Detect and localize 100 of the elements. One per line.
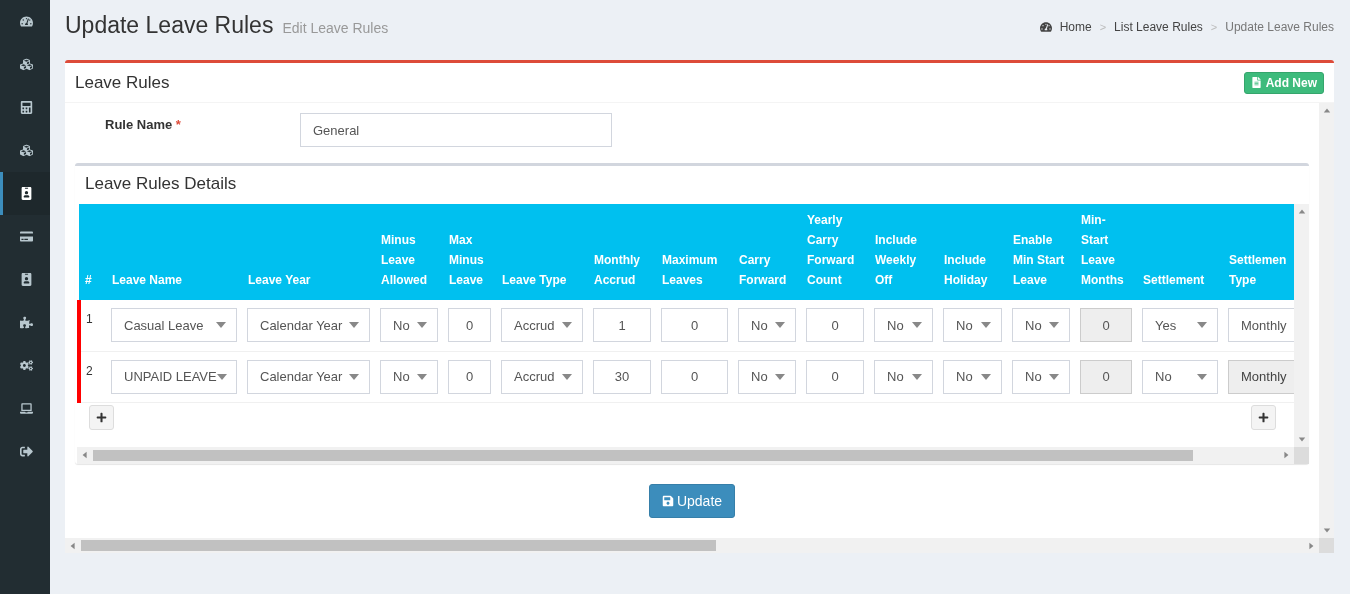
cubes-icon [20, 58, 33, 71]
select-field[interactable]: No [943, 359, 1002, 394]
column-header: Min-Start Leave Months [1075, 204, 1137, 300]
select-field[interactable]: No [1142, 359, 1218, 394]
column-header: Include Holiday [938, 204, 1007, 300]
vertical-scrollbar[interactable] [1319, 103, 1334, 538]
caret-icon [1049, 322, 1059, 329]
caret-icon [417, 373, 427, 380]
select-field[interactable]: Accrud [501, 308, 583, 343]
select-field[interactable]: Accrud [501, 359, 583, 394]
puzzle-icon [20, 316, 33, 329]
add-row-button[interactable] [1251, 404, 1276, 430]
scroll-down-arrow-icon[interactable] [1297, 434, 1306, 443]
caret-icon [981, 373, 991, 380]
select-field[interactable]: No [874, 308, 933, 343]
badge-icon [20, 187, 33, 200]
column-header: Settlemen Type [1223, 204, 1294, 300]
select-field[interactable]: Yes [1142, 308, 1218, 343]
row-number: 2 [86, 363, 93, 378]
page-subtitle: Edit Leave Rules [282, 20, 389, 36]
select-field[interactable]: No [1012, 359, 1070, 394]
select-field[interactable]: Calendar Year [247, 308, 370, 343]
column-header: Leave Name [106, 204, 242, 300]
save-icon [661, 494, 674, 507]
plus-icon [1258, 411, 1269, 423]
number-field[interactable]: 30 [593, 359, 651, 394]
select-field[interactable]: No [943, 308, 1002, 343]
sidebar-item[interactable] [0, 172, 50, 215]
gauge-icon [20, 15, 33, 28]
breadcrumb-link[interactable]: List Leave Rules [1114, 20, 1203, 34]
scroll-left-arrow-icon[interactable] [81, 451, 89, 459]
column-header: Leave Type [496, 204, 588, 300]
caret-icon [912, 373, 922, 380]
column-header: Minus Leave Allowed [375, 204, 443, 300]
column-header: Max Minus Leave [443, 204, 496, 300]
scroll-up-arrow-icon[interactable] [1297, 208, 1306, 216]
scroll-right-arrow-icon[interactable] [1307, 541, 1315, 550]
credit-card-icon [20, 230, 33, 243]
vertical-scrollbar[interactable] [1294, 204, 1309, 447]
number-field[interactable]: 0 [661, 308, 728, 343]
scroll-right-arrow-icon[interactable] [1282, 451, 1290, 459]
caret-icon [775, 373, 785, 380]
caret-icon [349, 322, 359, 329]
select-field[interactable]: Monthly [1228, 308, 1294, 343]
caret-icon [216, 322, 226, 329]
number-field[interactable]: 0 [806, 359, 864, 394]
scroll-down-arrow-icon[interactable] [1322, 526, 1331, 534]
horizontal-scrollbar[interactable] [77, 446, 1294, 464]
scroll-up-arrow-icon[interactable] [1322, 107, 1331, 115]
scroll-left-arrow-icon[interactable] [69, 541, 77, 550]
breadcrumb-separator: > [1210, 21, 1218, 33]
select-field[interactable]: UNPAID LEAVE [111, 359, 237, 394]
column-header: Monthly Accrud [588, 204, 656, 300]
column-header: Settlement [1137, 204, 1223, 300]
rule-name-label: Rule Name * [105, 116, 182, 134]
breadcrumb-link[interactable]: Update Leave Rules [1225, 20, 1334, 34]
column-header: Maximum Leaves [656, 204, 733, 300]
column-header: Leave Year [242, 204, 375, 300]
caret-icon [417, 322, 427, 329]
select-field[interactable]: No [738, 359, 796, 394]
select-field[interactable]: No [380, 308, 438, 343]
sign-out-icon [20, 445, 33, 458]
number-field[interactable]: 0 [661, 359, 728, 394]
scrollbar-corner [1319, 538, 1334, 553]
horizontal-scrollbar[interactable] [65, 538, 1319, 553]
number-field[interactable]: 1 [593, 308, 651, 343]
number-field[interactable]: 0 [448, 308, 491, 343]
select-field[interactable]: No [738, 308, 796, 343]
badge-icon [20, 273, 33, 286]
select-field[interactable]: No [874, 359, 933, 394]
details-title: Leave Rules Details [84, 173, 238, 195]
row-number: 1 [86, 312, 93, 326]
gauge-icon [1039, 21, 1052, 33]
cubes-icon [20, 144, 33, 157]
breadcrumb-separator: > [1099, 21, 1107, 33]
page-title: Update Leave Rules [65, 12, 274, 39]
column-header: Include Weekly Off [869, 204, 938, 300]
caret-icon [981, 322, 991, 329]
caret-icon [562, 373, 572, 380]
caret-icon [775, 322, 785, 329]
select-field[interactable]: Casual Leave [111, 308, 237, 343]
card-title: Leave Rules [75, 72, 170, 93]
number-field[interactable]: 0 [448, 359, 491, 394]
caret-icon [1049, 373, 1059, 380]
add-row-button[interactable] [89, 404, 114, 430]
caret-icon [562, 322, 572, 329]
caret-icon [912, 322, 922, 329]
caret-icon [349, 373, 359, 380]
document-icon [1250, 77, 1262, 88]
select-field[interactable]: Calendar Year [247, 359, 370, 394]
select-field[interactable]: No [1012, 308, 1070, 343]
number-field[interactable]: 0 [806, 308, 864, 343]
breadcrumb-link[interactable]: Home [1059, 20, 1092, 34]
select-field[interactable]: No [380, 359, 438, 394]
column-header: Yearly Carry Forward Count [801, 204, 869, 300]
gears-icon [20, 359, 33, 372]
calculator-icon [20, 101, 33, 114]
rule-name-field[interactable]: General [300, 113, 612, 147]
caret-icon [216, 373, 227, 380]
update-button[interactable]: Update [648, 483, 736, 518]
